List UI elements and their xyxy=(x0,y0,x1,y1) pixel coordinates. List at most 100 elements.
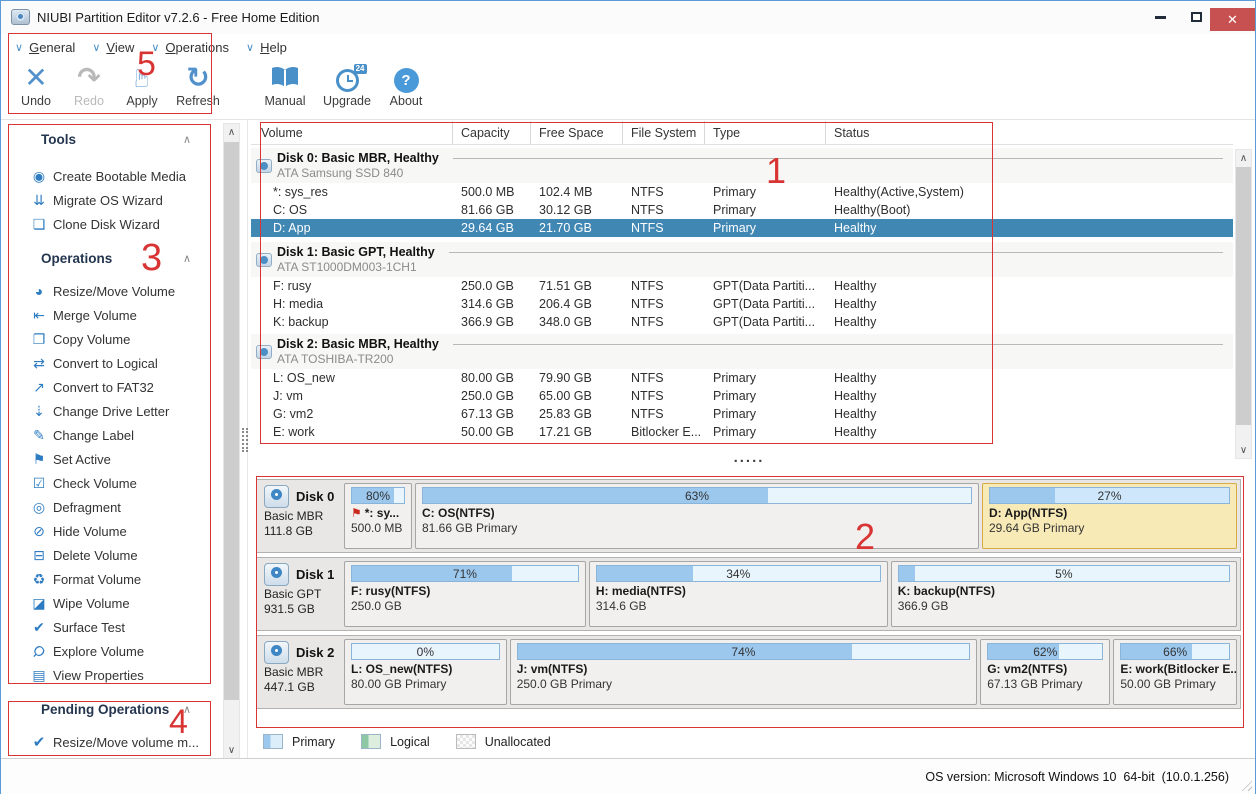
sidebar-item-surface-test[interactable]: ✔Surface Test xyxy=(1,615,215,639)
undo-button[interactable]: ✕ Undo xyxy=(11,60,61,108)
partition-block-g-vm2[interactable]: 62% G: vm2(NTFS) 67.13 GB Primary xyxy=(980,639,1110,705)
table-row[interactable]: G: vm267.13 GB25.83 GBNTFSPrimaryHealthy xyxy=(251,405,1233,423)
disk-group-header[interactable]: Disk 2: Basic MBR, Healthy ATA TOSHIBA-T… xyxy=(251,334,1233,369)
document-icon: ▤ xyxy=(29,667,49,684)
vertical-splitter-handle[interactable] xyxy=(242,428,248,452)
menu-bar: ∨General ∨View ∨Operations ∨Help xyxy=(1,34,1255,60)
hide-eye-icon: ⊘ xyxy=(29,523,49,540)
eraser-icon: ◪ xyxy=(29,595,49,612)
table-row[interactable]: H: media314.6 GB206.4 GBNTFSGPT(Data Par… xyxy=(251,295,1233,313)
resize-grip[interactable] xyxy=(1239,778,1252,791)
section-header-pending-operations[interactable]: Pending Operations ∧ xyxy=(1,699,213,719)
group-rule xyxy=(449,252,1223,253)
table-row[interactable]: *: sys_res500.0 MB102.4 MBNTFSPrimaryHea… xyxy=(251,183,1233,201)
sidebar-item-convert-to-logical[interactable]: ⇄Convert to Logical xyxy=(1,351,215,375)
menu-help[interactable]: ∨Help xyxy=(246,40,287,55)
table-row[interactable]: J: vm250.0 GB65.00 GBNTFSPrimaryHealthy xyxy=(251,387,1233,405)
sidebar-item-convert-to-fat32[interactable]: ↗Convert to FAT32 xyxy=(1,375,215,399)
menu-operations[interactable]: ∨Operations xyxy=(151,40,229,55)
table-row[interactable]: C: OS81.66 GB30.12 GBNTFSPrimaryHealthy(… xyxy=(251,201,1233,219)
partition-block-e-work[interactable]: 66% E: work(Bitlocker E... 50.00 GB Prim… xyxy=(1113,639,1237,705)
recycle-icon: ♻ xyxy=(29,571,49,588)
column-status[interactable]: Status xyxy=(826,121,1233,144)
sidebar-item-change-label[interactable]: ✎Change Label xyxy=(1,423,215,447)
scroll-down-icon[interactable]: ∨ xyxy=(1236,442,1251,458)
horizontal-splitter-handle[interactable]: ..... xyxy=(726,453,772,467)
sidebar-item-copy-volume[interactable]: ❐Copy Volume xyxy=(1,327,215,351)
maximize-button[interactable] xyxy=(1178,1,1214,33)
disk-tile[interactable]: Disk 0 Basic MBR 111.8 GB xyxy=(260,483,344,549)
legend-primary: Primary xyxy=(263,734,335,749)
usage-bar: 80% xyxy=(351,487,405,504)
sidebar-item-delete-volume[interactable]: ⊟Delete Volume xyxy=(1,543,215,567)
sidebar-item-migrate-os-wizard[interactable]: ⇊Migrate OS Wizard xyxy=(1,188,215,212)
table-row[interactable]: F: rusy250.0 GB71.51 GBNTFSGPT(Data Part… xyxy=(251,277,1233,295)
partition-block-k-backup[interactable]: 5% K: backup(NTFS) 366.9 GB xyxy=(891,561,1237,627)
column-volume[interactable]: Volume xyxy=(251,121,453,144)
sidebar-item-check-volume[interactable]: ☑Check Volume xyxy=(1,471,215,495)
sidebar-item-format-volume[interactable]: ♻Format Volume xyxy=(1,567,215,591)
usage-bar: 74% xyxy=(517,643,971,660)
table-row-selected[interactable]: D: App29.64 GB21.70 GBNTFSPrimaryHealthy xyxy=(251,219,1233,237)
manual-button[interactable]: Manual xyxy=(257,60,313,108)
partition-block-sys-res[interactable]: 80% ⚑*: sy... 500.0 MB xyxy=(344,483,412,549)
disk-model: ATA Samsung SSD 840 xyxy=(277,166,1223,180)
table-row[interactable]: L: OS_new80.00 GB79.90 GBNTFSPrimaryHeal… xyxy=(251,369,1233,387)
disk-tile[interactable]: Disk 1 Basic GPT 931.5 GB xyxy=(260,561,344,627)
sidebar-item-defragment[interactable]: ◎Defragment xyxy=(1,495,215,519)
column-file-system[interactable]: File System xyxy=(623,121,705,144)
refresh-button[interactable]: ↻ Refresh xyxy=(170,60,226,108)
pie-icon: ◕ xyxy=(29,283,49,299)
table-scrollbar-thumb[interactable] xyxy=(1236,167,1251,425)
table-row[interactable]: E: work50.00 GB17.21 GBBitlocker E...Pri… xyxy=(251,423,1233,441)
usage-bar: 66% xyxy=(1120,643,1230,660)
checkmark-icon: ✔ xyxy=(29,619,49,636)
partition-block-j-vm[interactable]: 74% J: vm(NTFS) 250.0 GB Primary xyxy=(510,639,978,705)
partition-block-h-media[interactable]: 34% H: media(NTFS) 314.6 GB xyxy=(589,561,888,627)
partition-block-l-os-new[interactable]: 0% L: OS_new(NTFS) 80.00 GB Primary xyxy=(344,639,507,705)
os-version-text: OS version: Microsoft Windows 10 64-bit … xyxy=(925,770,1229,784)
minimize-icon xyxy=(1155,16,1166,19)
redo-button[interactable]: ↷ Redo xyxy=(64,60,114,108)
legend-logical: Logical xyxy=(361,734,430,749)
sidebar-item-explore-volume[interactable]: ϘExplore Volume xyxy=(1,639,215,663)
table-scrollbar[interactable]: ∧ ∨ xyxy=(1235,149,1252,459)
about-button[interactable]: ? About xyxy=(381,60,431,108)
close-button[interactable]: ✕ xyxy=(1210,8,1255,31)
sidebar-scrollbar[interactable]: ∧ ∨ xyxy=(223,123,240,759)
sidebar-item-hide-volume[interactable]: ⊘Hide Volume xyxy=(1,519,215,543)
section-header-tools[interactable]: Tools ∧ xyxy=(1,129,213,149)
sidebar-scrollbar-thumb[interactable] xyxy=(224,142,239,700)
menu-general[interactable]: ∨General xyxy=(15,40,75,55)
menu-view[interactable]: ∨View xyxy=(92,40,134,55)
about-question-icon: ? xyxy=(394,60,419,96)
partition-block-f-rusy[interactable]: 71% F: rusy(NTFS) 250.0 GB xyxy=(344,561,586,627)
table-row[interactable]: K: backup366.9 GB348.0 GBNTFSGPT(Data Pa… xyxy=(251,313,1233,331)
column-free-space[interactable]: Free Space xyxy=(531,121,623,144)
pending-item-resize-move[interactable]: ✔Resize/Move volume m... xyxy=(1,730,215,754)
disk-tile[interactable]: Disk 2 Basic MBR 447.1 GB xyxy=(260,639,344,705)
sidebar-item-wipe-volume[interactable]: ◪Wipe Volume xyxy=(1,591,215,615)
disk-group-header[interactable]: Disk 1: Basic GPT, Healthy ATA ST1000DM0… xyxy=(251,242,1233,277)
partition-block-d-app-selected[interactable]: 27% D: App(NTFS) 29.64 GB Primary xyxy=(982,483,1237,549)
sidebar-item-create-bootable-media[interactable]: ◉Create Bootable Media xyxy=(1,164,215,188)
scroll-up-icon[interactable]: ∧ xyxy=(224,124,239,140)
partition-block-c-os[interactable]: 63% C: OS(NTFS) 81.66 GB Primary xyxy=(415,483,979,549)
disk-group-header[interactable]: Disk 0: Basic MBR, Healthy ATA Samsung S… xyxy=(251,148,1233,183)
scroll-down-icon[interactable]: ∨ xyxy=(224,742,239,758)
sidebar-item-change-drive-letter[interactable]: ⇣Change Drive Letter xyxy=(1,399,215,423)
sidebar-item-set-active[interactable]: ⚑Set Active xyxy=(1,447,215,471)
sidebar-item-resize-move-volume[interactable]: ◕Resize/Move Volume xyxy=(1,279,215,303)
upgrade-button[interactable]: 24 Upgrade xyxy=(316,60,378,108)
sidebar-item-clone-disk-wizard[interactable]: ❏Clone Disk Wizard xyxy=(1,212,215,236)
column-capacity[interactable]: Capacity xyxy=(453,121,531,144)
column-type[interactable]: Type xyxy=(705,121,826,144)
section-header-operations[interactable]: Operations ∧ xyxy=(1,248,213,268)
undo-icon: ✕ xyxy=(24,60,47,96)
sidebar-item-view-properties[interactable]: ▤View Properties xyxy=(1,663,215,687)
minimize-button[interactable] xyxy=(1142,1,1178,33)
disk-icon xyxy=(256,159,272,173)
scroll-up-icon[interactable]: ∧ xyxy=(1236,150,1251,166)
sidebar-item-merge-volume[interactable]: ⇤Merge Volume xyxy=(1,303,215,327)
apply-button[interactable]: ☞ Apply xyxy=(117,60,167,108)
